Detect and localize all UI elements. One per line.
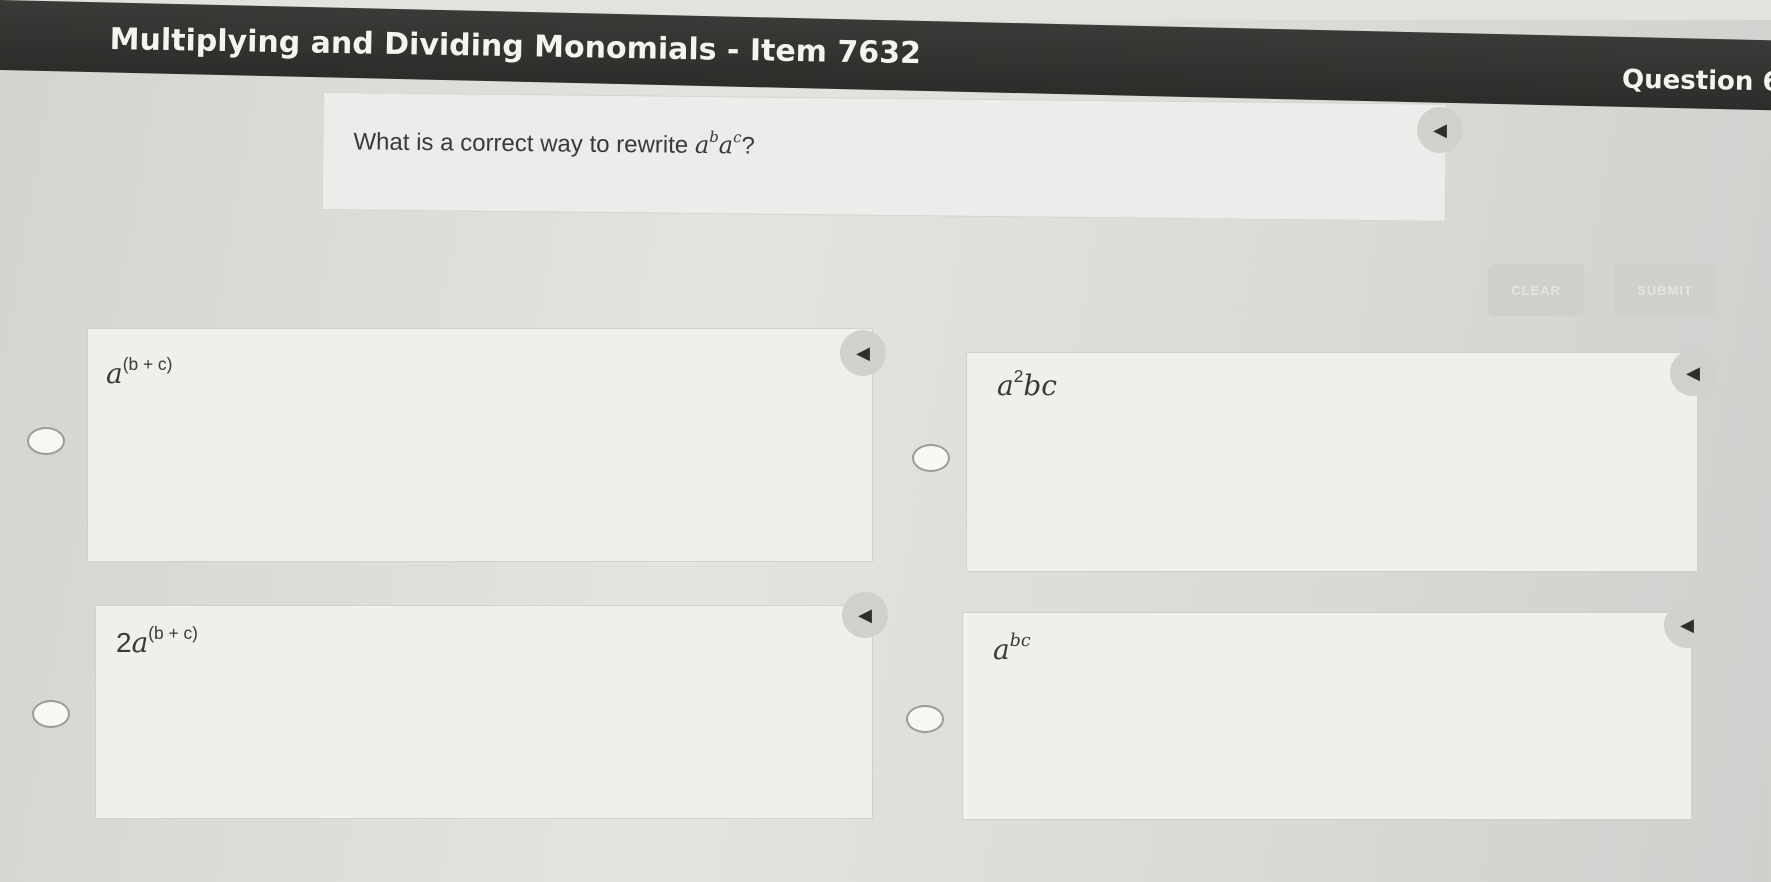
choice-a-exp: (b + c) <box>122 353 173 374</box>
choice-b-exp: 2 <box>1013 365 1024 386</box>
question-exp-2: c <box>733 128 742 147</box>
choice-d-radio[interactable] <box>906 705 944 733</box>
choice-d-exp: bc <box>1009 630 1031 651</box>
speaker-icon: ◀ <box>1680 614 1694 635</box>
choice-c-radio[interactable] <box>32 700 70 728</box>
choice-b-rest: bc <box>1023 369 1057 402</box>
choice-d-card[interactable]: abc <box>962 612 1692 820</box>
question-prefix: What is a correct way to rewrite <box>353 128 696 159</box>
choice-c-coef: 2 <box>116 627 132 658</box>
choice-b-text: a2bc <box>997 365 1057 402</box>
clear-button[interactable]: CLEAR <box>1488 264 1584 316</box>
question-text: What is a correct way to rewrite abac? <box>353 127 755 160</box>
choice-d-base: a <box>993 633 1010 666</box>
choice-a-base: a <box>106 357 123 390</box>
choice-a-audio-button[interactable]: ◀ <box>840 330 886 376</box>
question-base-1: a <box>694 130 710 160</box>
question-suffix: ? <box>741 132 755 160</box>
speaker-icon: ◀ <box>1686 362 1700 383</box>
choice-c-audio-button[interactable]: ◀ <box>842 592 888 638</box>
choice-a-card[interactable]: a(b + c) <box>87 328 873 562</box>
choice-b-audio-button[interactable]: ◀ <box>1670 350 1716 396</box>
choice-b-radio[interactable] <box>912 444 950 472</box>
choice-b-base: a <box>997 369 1014 402</box>
question-base-2: a <box>718 131 734 160</box>
choice-c-exp: (b + c) <box>148 622 198 643</box>
question-prompt: What is a correct way to rewrite abac? <box>321 92 1447 222</box>
choice-c-base: a <box>131 626 149 659</box>
question-exp-1: b <box>709 127 719 146</box>
choice-d-text: abc <box>993 630 1031 666</box>
speaker-icon: ◀ <box>856 342 870 363</box>
speaker-icon: ◀ <box>1433 119 1447 140</box>
choice-a-text: a(b + c) <box>106 353 173 390</box>
choice-c-text: 2a(b + c) <box>116 622 198 659</box>
choice-c-card[interactable]: 2a(b + c) <box>95 605 873 819</box>
speaker-icon: ◀ <box>858 604 872 625</box>
submit-button[interactable]: SUBMIT <box>1614 264 1716 316</box>
question-number: Question 6 <box>1621 64 1771 98</box>
choice-a-radio[interactable] <box>27 427 65 455</box>
question-audio-button[interactable]: ◀ <box>1417 107 1463 153</box>
choice-b-card[interactable]: a2bc <box>966 352 1698 572</box>
choice-d-audio-button[interactable]: ◀ <box>1664 602 1710 648</box>
